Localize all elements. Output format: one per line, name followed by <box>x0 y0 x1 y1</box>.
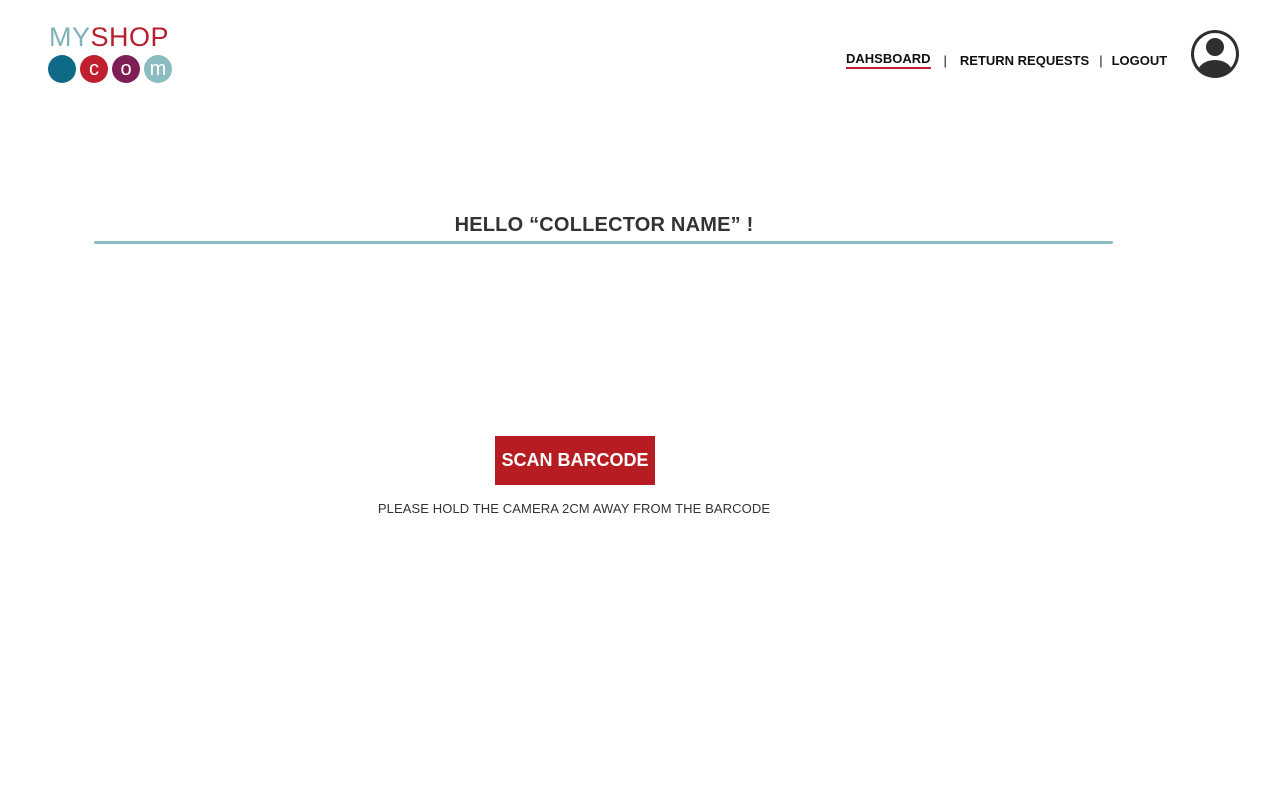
logo-dot-c: c <box>80 55 108 83</box>
user-avatar-icon[interactable] <box>1189 28 1241 80</box>
nav-logout-link[interactable]: LOGOUT <box>1112 53 1168 68</box>
logo-dots: c o m <box>48 55 172 83</box>
nav-separator: | <box>1099 52 1103 68</box>
nav-separator: | <box>943 52 947 68</box>
greeting-heading: HELLO “COLLECTOR NAME” ! <box>454 214 754 236</box>
nav-dashboard-link[interactable]: DAHSBOARD <box>846 51 931 69</box>
logo-shop-text: SHOP <box>90 22 170 52</box>
myshop-logo[interactable]: MYSHOP c o m <box>48 24 178 86</box>
logo-dot-blank <box>48 55 76 83</box>
top-nav: DAHSBOARD | RETURN REQUESTS | LOGOUT <box>846 51 1167 69</box>
scan-barcode-button[interactable]: SCAN BARCODE <box>495 436 655 485</box>
greeting-divider <box>94 241 1113 244</box>
logo-dot-o: o <box>112 55 140 83</box>
nav-return-requests-link[interactable]: RETURN REQUESTS <box>960 53 1089 68</box>
logo-my-text: MY <box>49 22 91 52</box>
scan-hint-text: PLEASE HOLD THE CAMERA 2CM AWAY FROM THE… <box>377 501 771 516</box>
logo-wordmark: MYSHOP <box>49 24 169 51</box>
logo-dot-m: m <box>144 55 172 83</box>
